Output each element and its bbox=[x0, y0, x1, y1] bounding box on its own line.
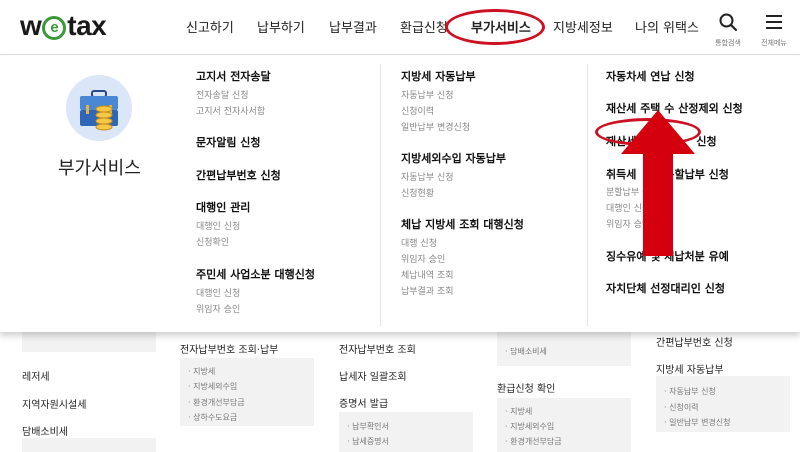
bg-menu-link[interactable]: 전자납부번호 조회 bbox=[339, 341, 416, 356]
submenu-delegator-approve[interactable]: 위임자 승인 bbox=[401, 252, 445, 265]
submenu-arrears-history[interactable]: 체납내역 조회 bbox=[401, 268, 454, 281]
search-button[interactable]: 통합검색 bbox=[710, 12, 746, 48]
nav-my-wetax[interactable]: 나의 위택스 bbox=[635, 17, 699, 36]
bg-menu-link[interactable]: 지방세 자동납부 bbox=[656, 361, 724, 376]
bg-menu-link[interactable]: 담배소비세 bbox=[22, 423, 68, 438]
bg-submenu-link[interactable]: · 지방세외수입 bbox=[188, 381, 237, 392]
submenu-agent-apply[interactable]: 대행 신청 bbox=[401, 236, 437, 249]
submenu-auto-pay-apply[interactable]: 자동납부 신청 bbox=[401, 170, 454, 183]
page: 레저세 지역자원시설세 담배소비세 전자납부번호 조회·납부 · 지방세 · 지… bbox=[0, 0, 800, 452]
bg-menu-link[interactable]: 전자납부번호 조회·납부 bbox=[180, 341, 278, 356]
bg-submenu-link[interactable]: · 환경개선부담금 bbox=[188, 397, 245, 408]
bg-menu-link[interactable]: 지역자원시설세 bbox=[22, 396, 86, 411]
mega-menu-title: 부가서비스 bbox=[58, 158, 141, 179]
submenu-e-mailbox[interactable]: 고지서 전자사서함 bbox=[196, 104, 265, 117]
submenu-apply-status[interactable]: 신청현황 bbox=[401, 186, 434, 199]
bg-submenu-link[interactable]: · 납세증명서 bbox=[347, 436, 389, 447]
bg-menu-link[interactable]: 간편납부번호 신청 bbox=[656, 334, 733, 349]
bg-submenu-link[interactable]: · 자동납부 신청 bbox=[664, 386, 716, 397]
nav-payment-result[interactable]: 납부결과 bbox=[329, 17, 377, 36]
hamburger-menu-icon bbox=[766, 15, 782, 29]
menu-sms-alert[interactable]: 문자알림 신청 bbox=[196, 134, 261, 150]
bg-submenu-link[interactable]: · 지방세 bbox=[505, 406, 532, 417]
submenu-delegator-approve[interactable]: 위임자 승인 bbox=[196, 302, 240, 315]
annotation-arrow-icon bbox=[621, 110, 695, 256]
bg-menu-link[interactable]: 레저세 bbox=[22, 368, 50, 383]
bg-menu-link[interactable]: 증명서 발급 bbox=[339, 395, 388, 410]
bg-gray-box bbox=[22, 438, 156, 452]
menu-auto-payment[interactable]: 지방세 자동납부 bbox=[401, 68, 476, 84]
all-menu-button[interactable]: 전체메뉴 bbox=[756, 12, 792, 48]
submenu-agent-apply[interactable]: 대행인 신청 bbox=[196, 286, 240, 299]
submenu-normal-pay-change[interactable]: 일반납부 변경신청 bbox=[401, 120, 470, 133]
menu-car-tax-annual-payment[interactable]: 자동차세 연납 신청 bbox=[606, 68, 695, 84]
nav-local-tax-info[interactable]: 지방세정보 bbox=[553, 17, 613, 36]
bg-menu-link[interactable]: 납세자 일괄조회 bbox=[339, 368, 407, 383]
all-menu-label: 전체메뉴 bbox=[761, 39, 787, 47]
nav-additional-services[interactable]: 부가서비스 bbox=[471, 17, 531, 36]
column-divider bbox=[587, 64, 588, 326]
bg-submenu-link[interactable]: · 지방세 bbox=[188, 366, 215, 377]
bg-submenu-link[interactable]: · 환경개선부담금 bbox=[505, 436, 562, 447]
submenu-auto-pay-apply[interactable]: 자동납부 신청 bbox=[401, 88, 454, 101]
nav-pay[interactable]: 납부하기 bbox=[257, 17, 305, 36]
bg-submenu-link[interactable]: · 지방세외수입 bbox=[505, 421, 554, 432]
menu-arrears-inquiry-agent[interactable]: 체납 지방세 조회 대행신청 bbox=[401, 216, 524, 232]
bg-submenu-link[interactable]: · 상하수도요금 bbox=[188, 412, 237, 423]
menu-easy-pay-number[interactable]: 간편납부번호 신청 bbox=[196, 167, 281, 183]
submenu-agent-apply[interactable]: 대행인 신청 bbox=[196, 219, 240, 232]
menu-agent-management[interactable]: 대행인 관리 bbox=[196, 199, 250, 215]
submenu-e-delivery-apply[interactable]: 전자송달 신청 bbox=[196, 88, 249, 101]
nav-file-return[interactable]: 신고하기 bbox=[186, 17, 234, 36]
bg-menu-link[interactable]: 환급신청 확인 bbox=[497, 380, 555, 395]
mega-menu: 부가서비스 고지서 전자송달 전자송달 신청 고지서 전자사서함 문자알림 신청… bbox=[0, 56, 800, 332]
menu-local-gov-agent[interactable]: 자치단체 선정대리인 신청 bbox=[606, 280, 725, 296]
menu-e-delivery[interactable]: 고지서 전자송달 bbox=[196, 68, 271, 84]
bg-submenu-link[interactable]: · 납부확인서 bbox=[347, 421, 389, 432]
search-icon bbox=[719, 13, 738, 32]
submenu-apply-history[interactable]: 신청이력 bbox=[401, 104, 434, 117]
submenu-apply-confirm[interactable]: 신청확인 bbox=[196, 235, 229, 248]
wetax-logo[interactable]: w e tax bbox=[20, 10, 107, 42]
logo-e-mark: e bbox=[42, 16, 67, 40]
bg-submenu-link[interactable]: · 신청이력 bbox=[664, 402, 699, 413]
bg-gray-box bbox=[22, 332, 156, 352]
site-header: w e tax 신고하기 납부하기 납부결과 환급신청 부가서비스 지방세정보 나의… bbox=[0, 0, 800, 55]
search-label: 통합검색 bbox=[715, 39, 741, 47]
submenu-payment-result[interactable]: 납부결과 조회 bbox=[401, 284, 454, 297]
nav-refund[interactable]: 환급신청 bbox=[400, 17, 448, 36]
column-divider bbox=[380, 64, 381, 326]
menu-resident-tax-agent[interactable]: 주민세 사업소분 대행신청 bbox=[196, 266, 315, 282]
menu-nontax-auto-payment[interactable]: 지방세외수입 자동납부 bbox=[401, 150, 506, 166]
bg-submenu-link[interactable]: · 담배소비세 bbox=[505, 346, 547, 357]
bg-submenu-link[interactable]: · 일반납부 변경신청 bbox=[664, 417, 731, 428]
service-toolbox-icon bbox=[66, 75, 132, 141]
